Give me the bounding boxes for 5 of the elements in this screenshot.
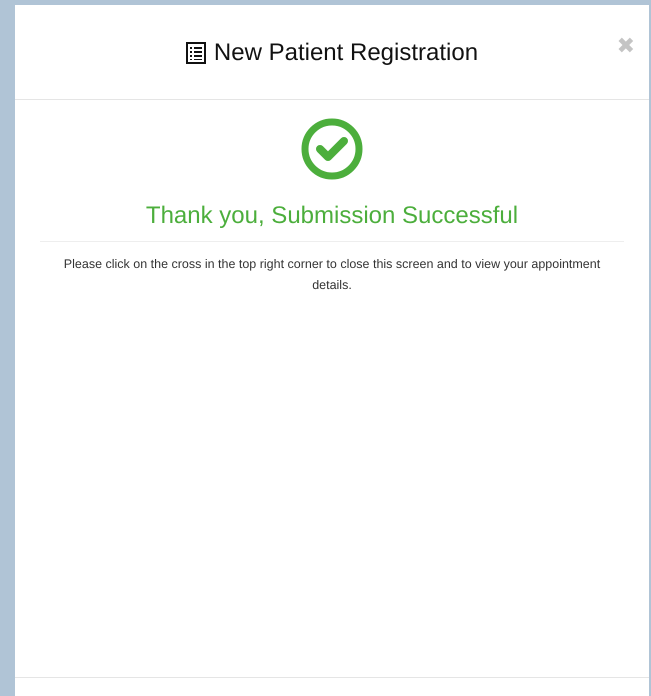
instruction-text: Please click on the cross in the top right corner to close this screen and to view your appointment details.: [62, 256, 602, 294]
list-icon: [186, 42, 206, 64]
modal-title: New Patient Registration: [214, 39, 478, 67]
close-button[interactable]: ✖: [616, 36, 635, 58]
success-heading: Thank you, Submission Successful: [146, 202, 518, 230]
